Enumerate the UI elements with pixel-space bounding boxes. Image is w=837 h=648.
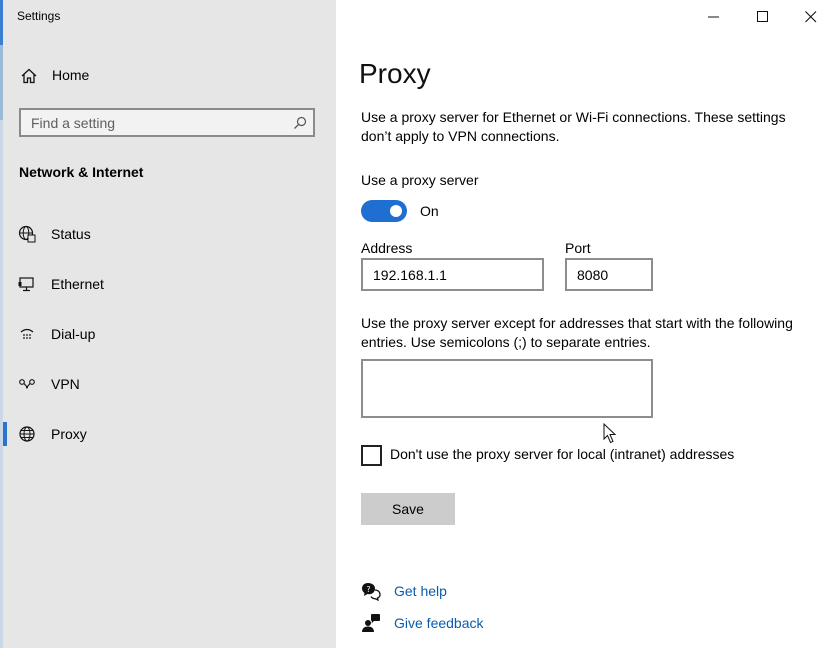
sidebar-item-dialup[interactable]: Dial-up bbox=[0, 315, 336, 353]
ethernet-icon bbox=[18, 275, 36, 293]
address-label: Address bbox=[361, 240, 413, 256]
port-label: Port bbox=[565, 240, 591, 256]
app-title: Settings bbox=[17, 9, 61, 23]
close-button[interactable] bbox=[788, 2, 834, 32]
minimize-icon bbox=[708, 16, 719, 18]
address-input[interactable] bbox=[373, 266, 526, 284]
svg-text:?: ? bbox=[366, 585, 370, 594]
give-feedback-link[interactable]: Give feedback bbox=[361, 612, 511, 634]
local-addresses-label[interactable]: Don't use the proxy server for local (in… bbox=[390, 446, 734, 462]
save-button[interactable]: Save bbox=[361, 493, 455, 525]
get-help-link[interactable]: ? Get help bbox=[361, 580, 511, 602]
mouse-cursor-icon bbox=[603, 423, 617, 444]
sidebar-item-label: Proxy bbox=[51, 426, 87, 442]
search-input[interactable] bbox=[31, 114, 281, 132]
home-nav-item[interactable]: Home bbox=[0, 57, 336, 93]
maximize-button[interactable] bbox=[740, 2, 786, 32]
port-input[interactable] bbox=[577, 266, 649, 284]
page-title: Proxy bbox=[359, 58, 431, 89]
maximize-icon bbox=[757, 11, 768, 22]
give-feedback-label[interactable]: Give feedback bbox=[394, 615, 484, 631]
sidebar-item-status[interactable]: Status bbox=[0, 215, 336, 253]
proxy-description: Use a proxy server for Ethernet or Wi-Fi… bbox=[361, 109, 786, 144]
sidebar-item-proxy[interactable]: Proxy bbox=[0, 415, 336, 453]
sidebar-item-label: Dial-up bbox=[51, 326, 96, 342]
get-help-label[interactable]: Get help bbox=[394, 583, 447, 599]
sidebar-item-label: Ethernet bbox=[51, 276, 104, 292]
section-title: Network & Internet bbox=[19, 164, 144, 180]
close-icon bbox=[805, 11, 817, 23]
home-label: Home bbox=[52, 67, 90, 83]
sidebar-item-ethernet[interactable]: Ethernet bbox=[0, 265, 336, 303]
address-field[interactable] bbox=[361, 258, 544, 291]
globe-status-icon bbox=[18, 225, 36, 243]
port-field[interactable] bbox=[565, 258, 653, 291]
dialup-icon bbox=[18, 325, 36, 343]
sidebar-item-vpn[interactable]: VPN bbox=[0, 365, 336, 403]
main-content: Proxy Use a proxy server for Ethernet or… bbox=[336, 0, 837, 648]
sidebar: Settings Home Network & Internet Status … bbox=[0, 0, 336, 648]
search-box[interactable] bbox=[19, 108, 315, 137]
exceptions-label: Use the proxy server except for addresse… bbox=[361, 315, 793, 350]
local-addresses-checkbox[interactable] bbox=[361, 445, 382, 466]
use-proxy-label: Use a proxy server bbox=[361, 172, 479, 188]
help-chat-icon: ? bbox=[361, 581, 381, 602]
feedback-icon bbox=[361, 613, 381, 633]
toggle-knob bbox=[390, 205, 402, 217]
search-icon[interactable] bbox=[293, 116, 307, 130]
toggle-state-text: On bbox=[420, 203, 439, 219]
sidebar-item-label: Status bbox=[51, 226, 91, 242]
use-proxy-toggle[interactable] bbox=[361, 200, 407, 222]
home-icon bbox=[20, 67, 38, 85]
sidebar-item-label: VPN bbox=[51, 376, 80, 392]
exceptions-textarea[interactable] bbox=[361, 359, 653, 418]
minimize-button[interactable] bbox=[691, 2, 737, 32]
globe-icon bbox=[18, 425, 36, 443]
vpn-icon bbox=[18, 375, 36, 393]
